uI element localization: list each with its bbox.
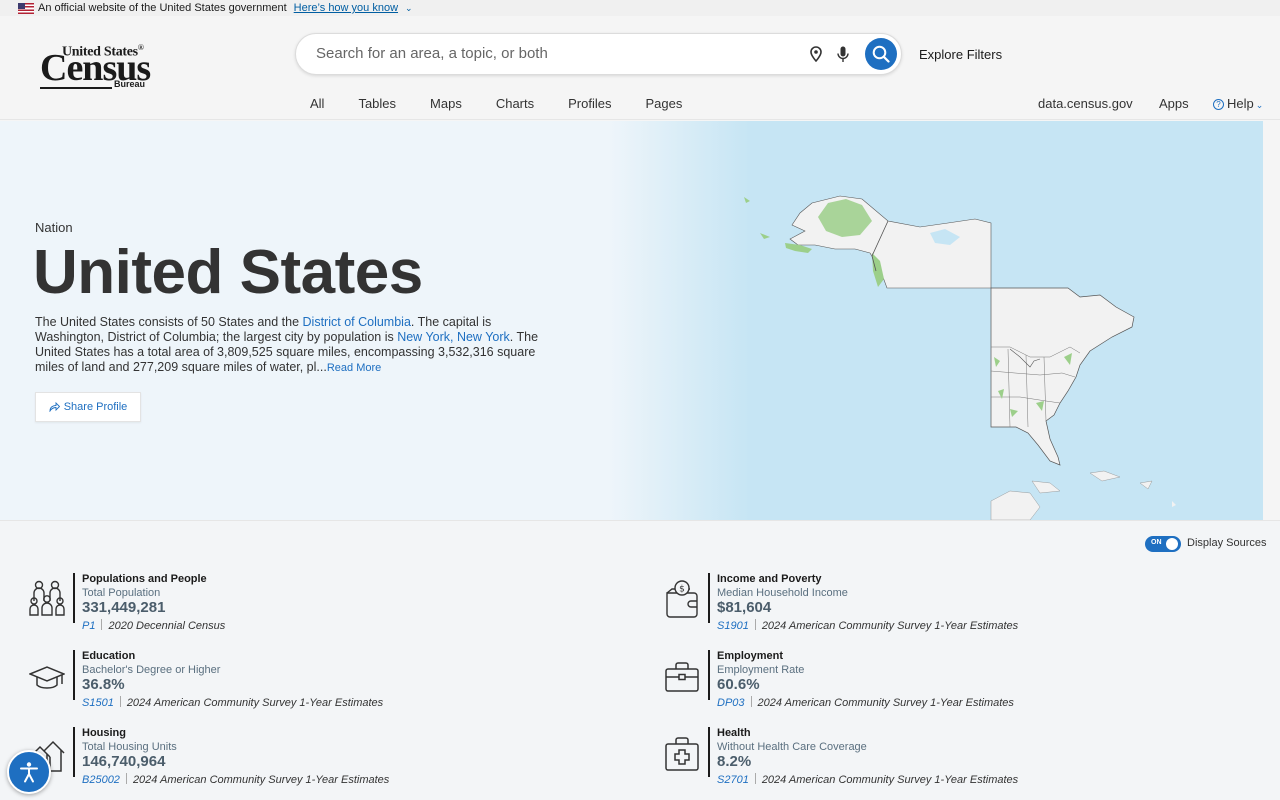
stat-card-income[interactable]: $ Income and Poverty Median Household In… (664, 573, 1224, 632)
stat-value: 36.8% (82, 676, 125, 693)
tab-all[interactable]: All (310, 96, 324, 111)
stat-card-population[interactable]: Populations and People Total Population … (29, 573, 589, 632)
stat-label: Employment Rate (717, 664, 805, 676)
us-flag-icon (18, 2, 34, 14)
data-census-gov-link[interactable]: data.census.gov (1038, 96, 1133, 111)
accessibility-button[interactable] (7, 750, 51, 794)
income-bag-icon: $ (666, 580, 698, 618)
graduation-cap-icon (29, 666, 65, 689)
stat-category: Populations and People (82, 573, 207, 585)
help-menu[interactable]: ? Help ⌄ (1213, 96, 1263, 111)
stat-source: S2701 2024 American Community Survey 1-Ye… (717, 773, 1019, 786)
stat-value: 146,740,964 (82, 753, 166, 770)
svg-text:$: $ (679, 585, 685, 595)
stat-label: Total Population (82, 587, 161, 599)
stat-card-housing[interactable]: Housing Total Housing Units 146,740,964 … (29, 727, 589, 786)
stat-source: S1901 2024 American Community Survey 1-Ye… (717, 619, 1019, 632)
chevron-down-icon[interactable]: ⌄ (405, 3, 413, 14)
share-icon (49, 402, 60, 412)
district-of-columbia-link[interactable]: District of Columbia (303, 315, 411, 329)
people-icon (29, 580, 65, 616)
search-button[interactable] (865, 38, 897, 70)
stat-label: Median Household Income (717, 587, 848, 599)
lower48-shape (990, 287, 1135, 466)
stat-category: Housing (82, 727, 126, 739)
key-statistics: ON Display Sources Populations and Peopl… (0, 520, 1280, 800)
page-title: United States (33, 238, 423, 307)
new-york-link[interactable]: New York, New York (397, 330, 510, 344)
stat-value: 331,449,281 (82, 599, 166, 616)
stat-category: Education (82, 650, 136, 662)
chevron-down-icon: ⌄ (1255, 100, 1264, 110)
table-code-link[interactable]: DP03 (717, 697, 745, 709)
stat-source: DP03 2024 American Community Survey 1-Yea… (717, 696, 1014, 709)
stat-label: Bachelor's Degree or Higher (82, 664, 221, 676)
tab-maps[interactable]: Maps (430, 96, 462, 111)
display-sources-label: Display Sources (1187, 537, 1267, 549)
stat-source: B25002 2024 American Community Survey 1-Y… (82, 773, 390, 786)
tab-charts[interactable]: Charts (496, 96, 534, 111)
tab-profiles[interactable]: Profiles (568, 96, 611, 111)
how-you-know-link[interactable]: Here’s how you know (294, 2, 398, 14)
stat-value: $81,604 (717, 599, 772, 616)
stat-label: Total Housing Units (82, 741, 177, 753)
alaska-shape (789, 195, 992, 289)
official-gov-banner: An official website of the United States… (0, 0, 1280, 16)
accessibility-icon (20, 762, 38, 783)
stat-label: Without Health Care Coverage (717, 741, 867, 753)
tab-tables[interactable]: Tables (358, 96, 396, 111)
stat-category: Employment (717, 650, 784, 662)
explore-filters-link[interactable]: Explore Filters (919, 47, 1002, 62)
gov-banner-text: An official website of the United States… (38, 2, 287, 14)
help-question-icon: ? (1213, 99, 1224, 110)
table-code-link[interactable]: S1501 (82, 697, 114, 709)
medical-kit-icon (665, 737, 699, 771)
location-pin-icon[interactable] (809, 46, 823, 67)
display-sources-toggle[interactable]: ON (1145, 536, 1181, 552)
profile-hero: Nation United States The United States c… (0, 121, 1263, 520)
profile-description: The United States consists of 50 States … (35, 315, 539, 374)
apps-link[interactable]: Apps (1159, 96, 1189, 111)
stat-value: 60.6% (717, 676, 760, 693)
stat-card-employment[interactable]: Employment Employment Rate 60.6% DP03 202… (664, 650, 1224, 709)
stat-category: Health (717, 727, 751, 739)
search-icon (872, 45, 890, 63)
search-tabs: All Tables Maps Charts Profiles Pages (310, 96, 716, 111)
table-code-link[interactable]: S2701 (717, 774, 749, 786)
microphone-icon[interactable] (837, 46, 849, 68)
share-profile-button[interactable]: Share Profile (35, 392, 141, 422)
stat-card-education[interactable]: Education Bachelor's Degree or Higher 36… (29, 650, 589, 709)
read-more-link[interactable]: Read More (327, 362, 381, 374)
tab-pages[interactable]: Pages (645, 96, 682, 111)
stat-card-health[interactable]: Health Without Health Care Coverage 8.2%… (664, 727, 1224, 786)
search-input[interactable]: Search for an area, a topic, or both (316, 45, 548, 62)
table-code-link[interactable]: P1 (82, 620, 95, 632)
stat-value: 8.2% (717, 753, 752, 770)
briefcase-icon (665, 662, 699, 692)
geography-level: Nation (35, 220, 73, 235)
table-code-link[interactable]: B25002 (82, 774, 120, 786)
search-bar[interactable]: Search for an area, a topic, or both (295, 33, 902, 75)
stat-category: Income and Poverty (717, 573, 822, 585)
stat-source: P1 2020 Decennial Census (82, 619, 226, 632)
stat-source: S1501 2024 American Community Survey 1-Ye… (82, 696, 384, 709)
table-code-link[interactable]: S1901 (717, 620, 749, 632)
census-logo[interactable]: United States® Census Bureau (40, 43, 160, 93)
site-header: United States® Census Bureau Search for … (0, 16, 1280, 120)
